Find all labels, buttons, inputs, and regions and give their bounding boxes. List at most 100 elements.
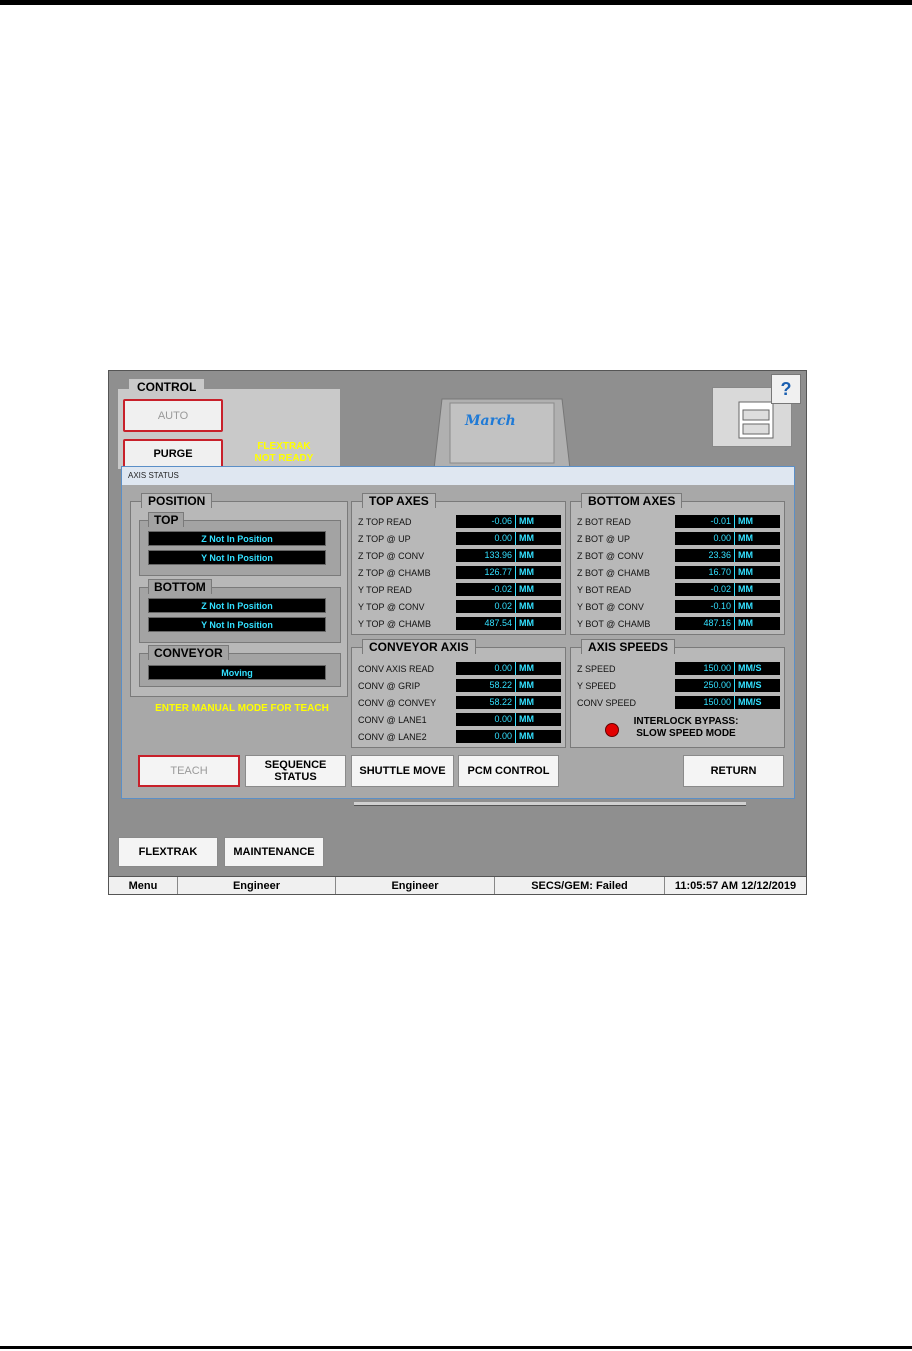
axis-row: CONV @ GRIP 58.22 MM bbox=[358, 679, 562, 693]
axis-row: Y TOP READ -0.02 MM bbox=[358, 583, 562, 597]
axis-value: 0.00 bbox=[456, 532, 516, 545]
axis-value: 0.00 bbox=[675, 532, 735, 545]
flextrak-button[interactable]: FLEXTRAK bbox=[118, 837, 218, 867]
shuttle-move-button[interactable]: SHUTTLE MOVE bbox=[351, 755, 454, 787]
axis-unit: MM bbox=[516, 713, 561, 726]
pcm-control-button[interactable]: PCM CONTROL bbox=[458, 755, 559, 787]
axis-value: 58.22 bbox=[456, 696, 516, 709]
conveyor-status: Moving bbox=[148, 665, 326, 680]
bottom-axes-group: BOTTOM AXES Z BOT READ -0.01 MM Z BOT @ UP… bbox=[570, 493, 785, 635]
axis-label: Z SPEED bbox=[577, 664, 616, 674]
axis-value: 487.54 bbox=[456, 617, 516, 630]
axis-row: CONV @ CONVEY 58.22 MM bbox=[358, 696, 562, 710]
axis-row: Z TOP @ CHAMB 126.77 MM bbox=[358, 566, 562, 580]
top-position-title: TOP bbox=[148, 512, 185, 527]
help-button[interactable]: ? bbox=[771, 374, 801, 404]
bottom-z-status: Z Not In Position bbox=[148, 598, 326, 613]
axis-label: CONV @ CONVEY bbox=[358, 698, 437, 708]
axis-label: CONV @ GRIP bbox=[358, 681, 421, 691]
purge-button[interactable]: PURGE bbox=[123, 439, 223, 469]
axis-unit: MM bbox=[735, 583, 780, 596]
menu-button[interactable]: Menu bbox=[109, 877, 178, 894]
axis-label: Y TOP READ bbox=[358, 585, 412, 595]
auto-button[interactable]: AUTO bbox=[123, 399, 223, 432]
axis-row: Y TOP @ CHAMB 487.54 MM bbox=[358, 617, 562, 631]
axis-value: 126.77 bbox=[456, 566, 516, 579]
axis-label: CONV @ LANE1 bbox=[358, 715, 427, 725]
axis-unit: MM bbox=[516, 515, 561, 528]
axis-label: Y BOT @ CONV bbox=[577, 602, 644, 612]
axis-value: 150.00 bbox=[675, 662, 735, 675]
axis-unit: MM bbox=[516, 566, 561, 579]
axis-value: 133.96 bbox=[456, 549, 516, 562]
axis-label: Z BOT READ bbox=[577, 517, 631, 527]
bottom-position-group: BOTTOM Z Not In Position Y Not In Positi… bbox=[139, 579, 341, 643]
axis-speeds-title: AXIS SPEEDS bbox=[581, 639, 676, 654]
axis-value: 58.22 bbox=[456, 679, 516, 692]
maintenance-button[interactable]: MAINTENANCE bbox=[224, 837, 324, 867]
page-top-rule bbox=[0, 0, 912, 5]
axis-row: CONV SPEED 150.00 MM/S bbox=[577, 696, 781, 710]
axis-label: Y BOT @ CHAMB bbox=[577, 619, 651, 629]
position-group: POSITION TOP Z Not In Position Y Not In … bbox=[130, 493, 348, 697]
bottom-position-title: BOTTOM bbox=[148, 579, 212, 594]
axis-label: CONV AXIS READ bbox=[358, 664, 435, 674]
axis-value: -0.06 bbox=[456, 515, 516, 528]
control-tab[interactable]: CONTROL bbox=[129, 379, 205, 395]
axis-value: 23.36 bbox=[675, 549, 735, 562]
status-user-level: Engineer bbox=[178, 877, 336, 894]
axis-speeds-group: AXIS SPEEDS Z SPEED 150.00 MM/S Y SPEED 250… bbox=[570, 639, 785, 748]
return-button[interactable]: RETURN bbox=[683, 755, 784, 787]
bottom-axes-title: BOTTOM AXES bbox=[581, 493, 683, 508]
interlock-line1: INTERLOCK BYPASS: bbox=[633, 716, 739, 727]
axis-row: CONV @ LANE1 0.00 MM bbox=[358, 713, 562, 727]
dialog-title: AXIS STATUS bbox=[122, 467, 794, 485]
axis-value: 487.16 bbox=[675, 617, 735, 630]
conveyor-rail bbox=[354, 802, 746, 806]
sequence-status-button[interactable]: SEQUENCE STATUS bbox=[245, 755, 346, 787]
manual-mode-hint: ENTER MANUAL MODE FOR TEACH bbox=[155, 703, 329, 714]
top-z-status: Z Not In Position bbox=[148, 531, 326, 546]
axis-unit: MM/S bbox=[735, 662, 780, 675]
axis-label: Z TOP @ UP bbox=[358, 534, 411, 544]
axis-label: Z BOT @ UP bbox=[577, 534, 630, 544]
axis-value: -0.02 bbox=[456, 583, 516, 596]
position-title: POSITION bbox=[141, 493, 213, 508]
sequence-status-line1: SEQUENCE bbox=[264, 759, 327, 771]
axis-label: Z BOT @ CONV bbox=[577, 551, 644, 561]
axis-label: Y BOT READ bbox=[577, 585, 632, 595]
interlock-bypass-lamp-icon bbox=[605, 723, 619, 737]
axis-unit: MM bbox=[516, 696, 561, 709]
flextrak-status-text: FLEXTRAK NOT READY bbox=[254, 441, 314, 464]
axis-value: 0.00 bbox=[456, 662, 516, 675]
conveyor-position-title: CONVEYOR bbox=[148, 645, 229, 660]
axis-label: Z BOT @ CHAMB bbox=[577, 568, 650, 578]
axis-unit: MM bbox=[735, 549, 780, 562]
conveyor-position-group: CONVEYOR Moving bbox=[139, 645, 341, 687]
axis-row: Z BOT @ UP 0.00 MM bbox=[577, 532, 781, 546]
axis-value: -0.10 bbox=[675, 600, 735, 613]
status-secs-gem: SECS/GEM: Failed bbox=[495, 877, 665, 894]
axis-row: Z TOP @ CONV 133.96 MM bbox=[358, 549, 562, 563]
axis-label: Z TOP @ CHAMB bbox=[358, 568, 431, 578]
axis-value: 150.00 bbox=[675, 696, 735, 709]
axis-row: Z SPEED 150.00 MM/S bbox=[577, 662, 781, 676]
axis-label: Y TOP @ CHAMB bbox=[358, 619, 431, 629]
axis-row: Z BOT @ CHAMB 16.70 MM bbox=[577, 566, 781, 580]
axis-value: 0.02 bbox=[456, 600, 516, 613]
bottom-y-status: Y Not In Position bbox=[148, 617, 326, 632]
axis-row: CONV AXIS READ 0.00 MM bbox=[358, 662, 562, 676]
top-axes-group: TOP AXES Z TOP READ -0.06 MM Z TOP @ UP 0.0… bbox=[351, 493, 566, 635]
interlock-bypass-text: INTERLOCK BYPASS: SLOW SPEED MODE bbox=[621, 716, 751, 740]
axis-row: CONV @ LANE2 0.00 MM bbox=[358, 730, 562, 744]
axis-row: Y BOT READ -0.02 MM bbox=[577, 583, 781, 597]
teach-button[interactable]: TEACH bbox=[138, 755, 240, 787]
axis-unit: MM bbox=[735, 532, 780, 545]
axis-unit: MM bbox=[735, 600, 780, 613]
interlock-line2: SLOW SPEED MODE bbox=[636, 728, 736, 739]
machine-image bbox=[433, 398, 571, 469]
top-y-status: Y Not In Position bbox=[148, 550, 326, 565]
sequence-status-line2: STATUS bbox=[274, 771, 317, 783]
machine-brand-logo: March bbox=[465, 413, 516, 429]
top-position-group: TOP Z Not In Position Y Not In Position bbox=[139, 512, 341, 576]
